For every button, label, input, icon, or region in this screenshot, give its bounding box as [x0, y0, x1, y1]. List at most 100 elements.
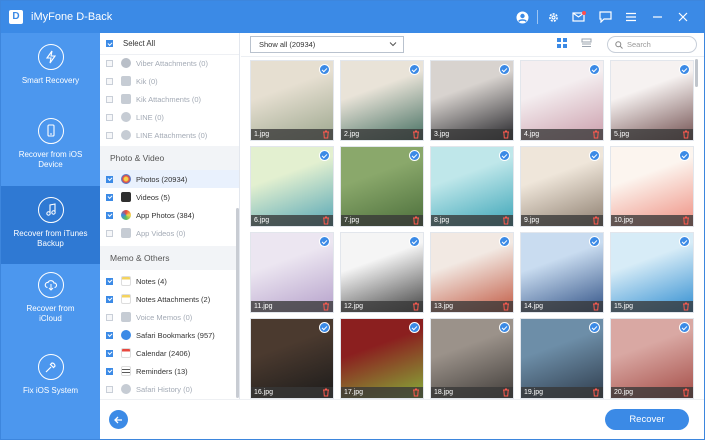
category-checkbox[interactable]: [106, 331, 113, 339]
category-checkbox[interactable]: [106, 229, 113, 237]
settings-gear-icon[interactable]: [540, 1, 566, 33]
photo-thumbnail[interactable]: 11.jpg: [250, 232, 334, 313]
recover-button[interactable]: Recover: [605, 409, 689, 430]
category-row[interactable]: Videos (5): [100, 188, 239, 206]
category-checkbox[interactable]: [106, 113, 113, 121]
photo-select-checkbox[interactable]: [679, 150, 690, 161]
photo-select-checkbox[interactable]: [679, 64, 690, 75]
category-row[interactable]: Kik Attachments (0): [100, 90, 239, 108]
photo-select-checkbox[interactable]: [589, 236, 600, 247]
photo-thumbnail[interactable]: 12.jpg: [340, 232, 424, 313]
category-checkbox[interactable]: [106, 385, 113, 393]
list-view-icon[interactable]: [581, 38, 592, 50]
menu-icon[interactable]: [618, 1, 644, 33]
photo-select-checkbox[interactable]: [319, 236, 330, 247]
photo-select-checkbox[interactable]: [589, 150, 600, 161]
close-icon[interactable]: [670, 1, 696, 33]
photo-thumbnail[interactable]: 4.jpg: [520, 60, 604, 141]
photo-filename: 13.jpg: [434, 303, 454, 310]
gallery-scrollbar[interactable]: [695, 59, 698, 87]
category-checkbox[interactable]: [106, 313, 113, 321]
mail-icon[interactable]: [566, 1, 592, 33]
category-row[interactable]: Notes Attachments (2): [100, 290, 239, 308]
category-checkbox[interactable]: [106, 277, 113, 285]
category-checkbox[interactable]: [106, 211, 113, 219]
category-scrollbar[interactable]: [236, 208, 239, 398]
photo-select-checkbox[interactable]: [589, 64, 600, 75]
photo-thumbnail[interactable]: 3.jpg: [430, 60, 514, 141]
category-row[interactable]: App Videos (0): [100, 224, 239, 242]
search-input[interactable]: Search: [607, 36, 697, 53]
category-row[interactable]: LINE Attachments (0): [100, 126, 239, 144]
nav-recover-icloud[interactable]: Recover from iCloud: [1, 269, 100, 335]
photo-select-checkbox[interactable]: [409, 322, 420, 333]
photo-thumbnail[interactable]: 19.jpg: [520, 318, 604, 399]
category-checkbox[interactable]: [106, 175, 113, 183]
category-row[interactable]: Safari History (0): [100, 380, 239, 398]
category-checkbox[interactable]: [106, 77, 113, 85]
category-checkbox[interactable]: [106, 295, 113, 303]
category-checkbox[interactable]: [106, 59, 113, 67]
category-row[interactable]: Voice Memos (0): [100, 308, 239, 326]
photo-thumbnail[interactable]: 20.jpg: [610, 318, 694, 399]
photo-thumbnail[interactable]: 5.jpg: [610, 60, 694, 141]
photo-select-checkbox[interactable]: [499, 150, 510, 161]
category-row[interactable]: Reminders (13): [100, 362, 239, 380]
category-checkbox[interactable]: [106, 95, 113, 103]
photo-select-checkbox[interactable]: [409, 236, 420, 247]
category-checkbox[interactable]: [106, 349, 113, 357]
nav-recover-ios-device[interactable]: Recover from iOS Device: [1, 115, 100, 181]
nav-smart-recovery[interactable]: Smart Recovery: [1, 41, 100, 101]
photo-thumbnail[interactable]: 10.jpg: [610, 146, 694, 227]
category-row[interactable]: Viber Attachments (0): [100, 54, 239, 72]
category-row[interactable]: Calendar (2406): [100, 344, 239, 362]
photo-thumbnail[interactable]: 15.jpg: [610, 232, 694, 313]
category-checkbox[interactable]: [106, 367, 113, 375]
grid-view-icon[interactable]: [557, 38, 567, 50]
select-all-row[interactable]: Select All: [100, 33, 239, 55]
show-filter-dropdown[interactable]: Show all (20934): [250, 36, 404, 53]
category-row[interactable]: Safari Bookmarks (957): [100, 326, 239, 344]
photo-thumbnail[interactable]: 18.jpg: [430, 318, 514, 399]
section-header-photo-video: Photo & Video: [100, 146, 239, 170]
photo-thumbnail[interactable]: 16.jpg: [250, 318, 334, 399]
trash-icon: [502, 216, 510, 225]
select-all-checkbox[interactable]: [106, 40, 113, 47]
trash-icon: [412, 216, 420, 225]
photo-thumbnail[interactable]: 6.jpg: [250, 146, 334, 227]
photo-thumbnail[interactable]: 8.jpg: [430, 146, 514, 227]
photo-select-checkbox[interactable]: [319, 64, 330, 75]
category-checkbox[interactable]: [106, 131, 113, 139]
category-row[interactable]: App Photos (384): [100, 206, 239, 224]
photo-select-checkbox[interactable]: [589, 322, 600, 333]
nav-recover-itunes-backup[interactable]: Recover from iTunes Backup: [1, 186, 100, 264]
trash-icon: [682, 302, 690, 311]
photo-thumbnail[interactable]: 17.jpg: [340, 318, 424, 399]
photo-select-checkbox[interactable]: [499, 64, 510, 75]
photo-select-checkbox[interactable]: [409, 64, 420, 75]
photo-select-checkbox[interactable]: [499, 236, 510, 247]
category-row[interactable]: Kik (0): [100, 72, 239, 90]
photo-select-checkbox[interactable]: [319, 322, 330, 333]
nav-fix-ios-system[interactable]: Fix iOS System: [1, 351, 100, 407]
category-row-photos[interactable]: Photos (20934): [100, 170, 239, 188]
back-button[interactable]: [109, 410, 128, 429]
photo-select-checkbox[interactable]: [679, 236, 690, 247]
photo-thumbnail[interactable]: 1.jpg: [250, 60, 334, 141]
photo-thumbnail[interactable]: 9.jpg: [520, 146, 604, 227]
photo-thumbnail[interactable]: 14.jpg: [520, 232, 604, 313]
photo-select-checkbox[interactable]: [319, 150, 330, 161]
trash-icon: [592, 388, 600, 397]
feedback-icon[interactable]: [592, 1, 618, 33]
category-checkbox[interactable]: [106, 193, 113, 201]
minimize-icon[interactable]: [644, 1, 670, 33]
photo-thumbnail[interactable]: 13.jpg: [430, 232, 514, 313]
photo-select-checkbox[interactable]: [409, 150, 420, 161]
photo-select-checkbox[interactable]: [679, 322, 690, 333]
photo-thumbnail[interactable]: 7.jpg: [340, 146, 424, 227]
photo-select-checkbox[interactable]: [499, 322, 510, 333]
photo-thumbnail[interactable]: 2.jpg: [340, 60, 424, 141]
account-icon[interactable]: [509, 1, 535, 33]
category-row[interactable]: LINE (0): [100, 108, 239, 126]
category-row[interactable]: Notes (4): [100, 272, 239, 290]
